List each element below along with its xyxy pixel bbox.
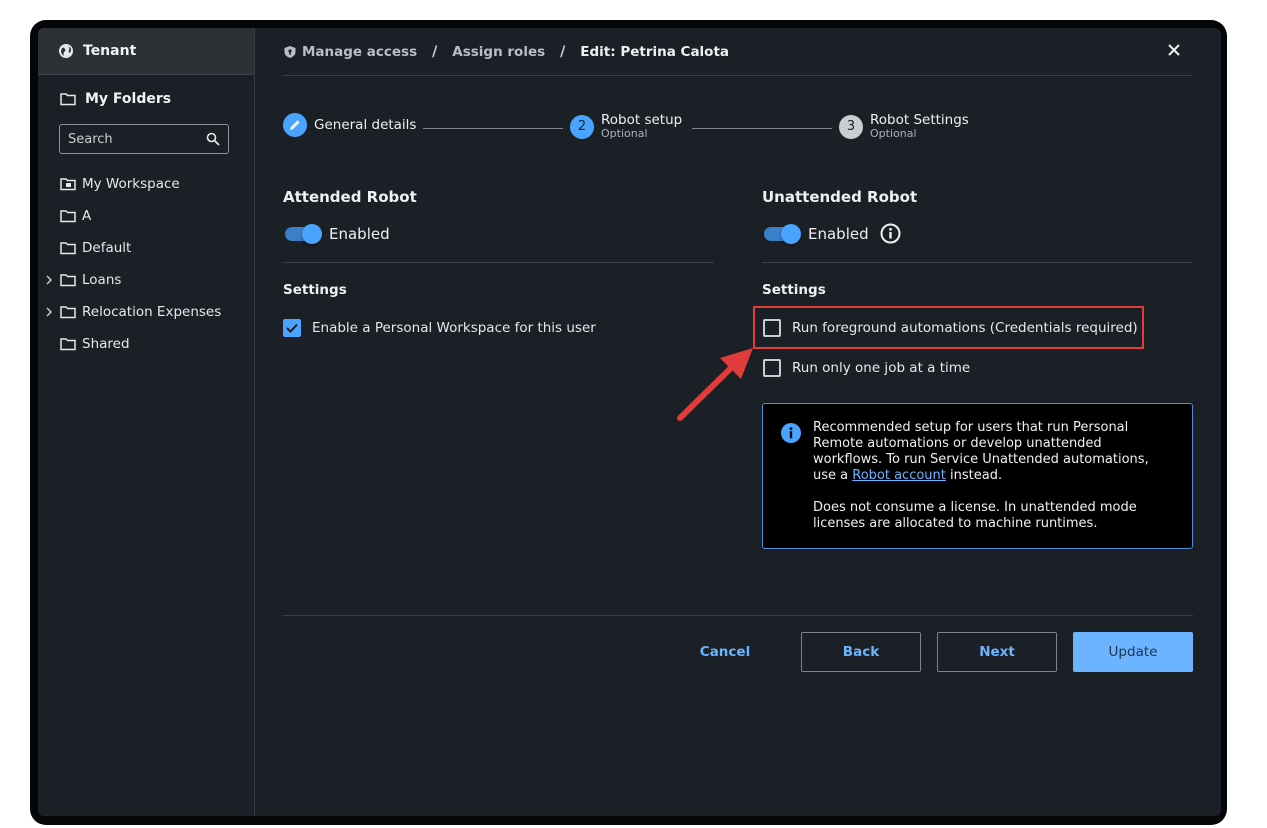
divider	[762, 262, 1193, 263]
step-marker	[283, 113, 307, 137]
notice-license-text: Does not consume a license. In unattende…	[813, 500, 1137, 531]
footer-divider	[283, 615, 1193, 616]
main-panel: Manage access / Assign roles / Edit: Pet…	[255, 28, 1221, 816]
folder-search	[59, 124, 229, 154]
chevron-right-icon[interactable]	[44, 274, 54, 286]
unattended-robot-toggle[interactable]: Enabled	[764, 223, 901, 244]
personal-workspace-option[interactable]: Enable a Personal Workspace for this use…	[283, 319, 596, 337]
folder-icon	[60, 306, 76, 319]
sidebar-item-label: Relocation Expenses	[82, 304, 222, 320]
folder-sidebar: Tenant My Folders My Workspace	[38, 28, 255, 816]
breadcrumb-manage-access[interactable]: Manage access	[283, 44, 417, 60]
toggle-track	[285, 224, 322, 244]
globe-icon	[59, 44, 73, 58]
toggle-track	[764, 223, 801, 244]
step-label: Robot setup	[601, 112, 683, 128]
search-icon[interactable]	[206, 132, 220, 146]
toggle-knob	[781, 223, 801, 244]
option-label: Enable a Personal Workspace for this use…	[312, 320, 596, 336]
sidebar-item-a[interactable]: A	[38, 200, 254, 232]
search-input[interactable]	[60, 130, 206, 148]
divider	[283, 262, 714, 263]
step-marker: 3	[839, 114, 863, 139]
notice-text: Recommended setup for users that run Per…	[813, 420, 1173, 484]
sidebar-item-label: A	[82, 208, 92, 224]
step-marker: 2	[570, 114, 594, 139]
attended-robot-title: Attended Robot	[283, 188, 417, 206]
info-icon[interactable]	[880, 223, 901, 244]
step-general-details[interactable]: General details	[283, 113, 416, 137]
wizard-stepper: General details 2 Robot setup Optional 3…	[283, 113, 983, 143]
folder-icon	[60, 210, 76, 223]
tenant-label: Tenant	[83, 43, 137, 59]
step-connector	[692, 128, 832, 129]
pencil-icon	[290, 120, 300, 130]
step-sublabel: Optional	[870, 127, 917, 140]
step-label: General details	[314, 116, 417, 133]
sidebar-item-shared[interactable]: Shared	[38, 328, 254, 360]
folder-icon	[60, 93, 76, 106]
sidebar-item-label: Default	[82, 240, 132, 256]
personal-workspace-checkbox[interactable]	[283, 319, 301, 337]
annotation-arrow	[677, 348, 753, 421]
shield-icon	[284, 45, 296, 58]
one-job-checkbox[interactable]	[763, 359, 781, 377]
edit-user-dialog: Tenant My Folders My Workspace	[38, 28, 1221, 816]
close-icon[interactable]	[1167, 43, 1181, 57]
unattended-robot-title: Unattended Robot	[762, 188, 918, 206]
breadcrumb-assign-roles[interactable]: Assign roles	[452, 44, 545, 60]
toggle-label: Enabled	[329, 225, 390, 243]
folder-icon	[60, 242, 76, 255]
back-button[interactable]: Back	[801, 632, 921, 672]
attended-settings-title: Settings	[283, 282, 347, 298]
breadcrumb-separator: /	[432, 43, 438, 60]
folder-tree: My Workspace A Default Loans Relocation …	[38, 168, 254, 360]
tenant-item[interactable]: Tenant	[38, 28, 254, 75]
toggle-label: Enabled	[808, 224, 869, 243]
chevron-right-icon[interactable]	[44, 306, 54, 318]
toggle-knob	[302, 224, 322, 244]
next-button[interactable]: Next	[937, 632, 1057, 672]
cancel-button[interactable]: Cancel	[682, 632, 768, 672]
check-icon	[286, 323, 298, 333]
step-robot-settings[interactable]: 3 Robot Settings Optional	[839, 113, 969, 140]
my-folders-label: My Folders	[85, 91, 172, 107]
sidebar-item-default[interactable]: Default	[38, 232, 254, 264]
sidebar-item-label: Loans	[82, 272, 122, 288]
sidebar-item-label: Shared	[82, 336, 130, 352]
unattended-settings-title: Settings	[762, 282, 826, 298]
unattended-info-notice: Recommended setup for users that run Per…	[762, 403, 1193, 549]
breadcrumb-label: Manage access	[302, 43, 418, 60]
step-robot-setup[interactable]: 2 Robot setup Optional	[570, 113, 682, 140]
sidebar-item-loans[interactable]: Loans	[38, 264, 254, 296]
attended-robot-toggle[interactable]: Enabled	[285, 224, 390, 244]
info-circle-icon	[781, 423, 801, 443]
page-title: Edit: Petrina Calota	[580, 43, 730, 60]
one-job-option[interactable]: Run only one job at a time	[763, 359, 970, 377]
folder-icon	[60, 338, 76, 351]
robot-account-link[interactable]: Robot account	[852, 468, 946, 483]
sidebar-item-relocation-expenses[interactable]: Relocation Expenses	[38, 296, 254, 328]
folder-icon	[60, 274, 76, 287]
breadcrumb: Manage access / Assign roles / Edit: Pet…	[283, 28, 1193, 76]
workspace-folder-icon	[60, 178, 76, 191]
option-label: Run only one job at a time	[792, 360, 971, 376]
sidebar-item-label: My Workspace	[82, 176, 180, 192]
update-button[interactable]: Update	[1073, 632, 1193, 672]
breadcrumb-separator: /	[560, 43, 566, 60]
sidebar-item-my-workspace[interactable]: My Workspace	[38, 168, 254, 200]
step-connector	[423, 128, 563, 129]
my-folders-header[interactable]: My Folders	[60, 91, 171, 107]
step-sublabel: Optional	[601, 127, 648, 140]
notice-line: instead.	[950, 468, 1003, 483]
breadcrumb-label: Assign roles	[452, 43, 546, 60]
step-label: Robot Settings	[870, 112, 969, 128]
highlight-box	[753, 306, 1144, 349]
